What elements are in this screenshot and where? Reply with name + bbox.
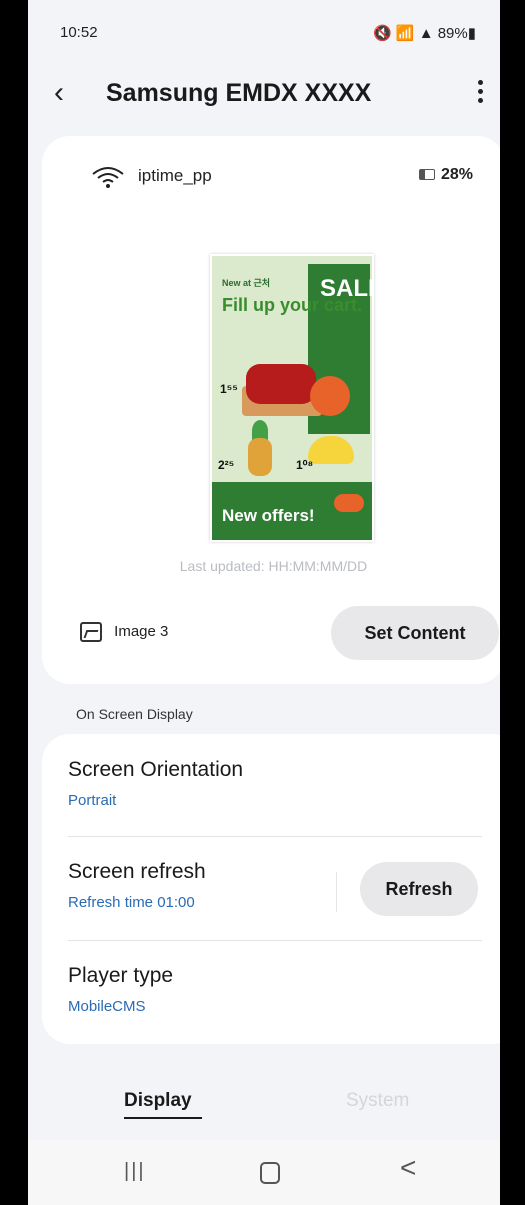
content-preview-image[interactable]: SALES New at 근처 Fill up your cart. 1⁵⁵ 2… <box>210 254 374 542</box>
settings-card: Screen Orientation Portrait Screen refre… <box>42 734 500 1044</box>
poster-price-2: 2²⁵ <box>218 458 235 472</box>
tab-system[interactable]: System <box>346 1090 409 1112</box>
poster-badge <box>310 376 350 416</box>
set-content-button[interactable]: Set Content <box>331 606 499 660</box>
status-bar: 10:52 🔇 📶 ▲ 89%▮ <box>28 18 500 46</box>
wifi-icon <box>90 166 126 193</box>
system-nav-bar: ||| < <box>28 1140 500 1205</box>
divider <box>68 836 482 837</box>
recents-icon[interactable]: ||| <box>124 1160 146 1183</box>
last-updated-text: Last updated: HH:MM:MM/DD <box>179 558 368 574</box>
poster-tomatoes <box>246 364 316 404</box>
device-preview-card: iptime_pp 28% SALES New at 근처 Fill up yo… <box>42 136 500 684</box>
status-icons: 🔇 📶 ▲ 89%▮ <box>373 24 476 42</box>
orientation-value: Portrait <box>68 792 117 809</box>
player-type-setting[interactable]: Player type MobileCMS <box>68 964 488 1015</box>
poster-price-1: 1⁵⁵ <box>220 382 238 396</box>
image-name-row: Image 3 <box>80 622 168 642</box>
section-label: On Screen Display <box>76 706 193 722</box>
image-icon <box>80 622 102 642</box>
refresh-value: Refresh time 01:00 <box>68 894 195 911</box>
vertical-divider <box>336 872 337 912</box>
status-time: 10:52 <box>60 24 98 41</box>
bottom-tabs: Display System <box>28 1080 500 1120</box>
orientation-setting[interactable]: Screen Orientation Portrait <box>68 758 488 809</box>
poster-price-3: 1⁰⁸ <box>296 458 314 472</box>
refresh-button[interactable]: Refresh <box>360 862 478 916</box>
network-name: iptime_pp <box>138 166 212 185</box>
poster-brand: New at 근처 <box>222 278 271 288</box>
orientation-title: Screen Orientation <box>68 758 244 781</box>
refresh-title: Screen refresh <box>68 860 206 883</box>
battery-level-text: 🔇 📶 ▲ 89%▮ <box>373 25 476 42</box>
poster-tag <box>334 494 364 512</box>
home-icon[interactable] <box>260 1162 280 1184</box>
tab-display[interactable]: Display <box>124 1090 192 1112</box>
app-bar: ‹ Samsung EMDX XXXX <box>28 70 500 120</box>
back-icon[interactable]: ‹ <box>54 78 64 108</box>
page-title: Samsung EMDX XXXX <box>106 79 372 107</box>
poster-pineapple <box>248 438 272 476</box>
nav-back-icon[interactable]: < <box>400 1152 416 1184</box>
divider <box>68 940 482 941</box>
battery-icon <box>418 169 435 181</box>
player-type-title: Player type <box>68 964 174 987</box>
tab-display-indicator <box>124 1117 202 1119</box>
device-battery: 28% <box>418 166 473 184</box>
phone-screen: 10:52 🔇 📶 ▲ 89%▮ ‹ Samsung EMDX XXXX ipt… <box>28 0 500 1205</box>
player-type-value: MobileCMS <box>68 998 146 1015</box>
battery-percent: 28% <box>440 166 473 183</box>
poster-banana <box>308 436 354 464</box>
refresh-setting: Screen refresh Refresh time 01:00 <box>68 860 328 911</box>
more-options-icon[interactable] <box>478 80 484 107</box>
poster-footer-text: New offers! <box>222 506 315 525</box>
poster-headline: Fill up your cart. <box>222 295 363 315</box>
image-label: Image 3 <box>114 622 169 640</box>
